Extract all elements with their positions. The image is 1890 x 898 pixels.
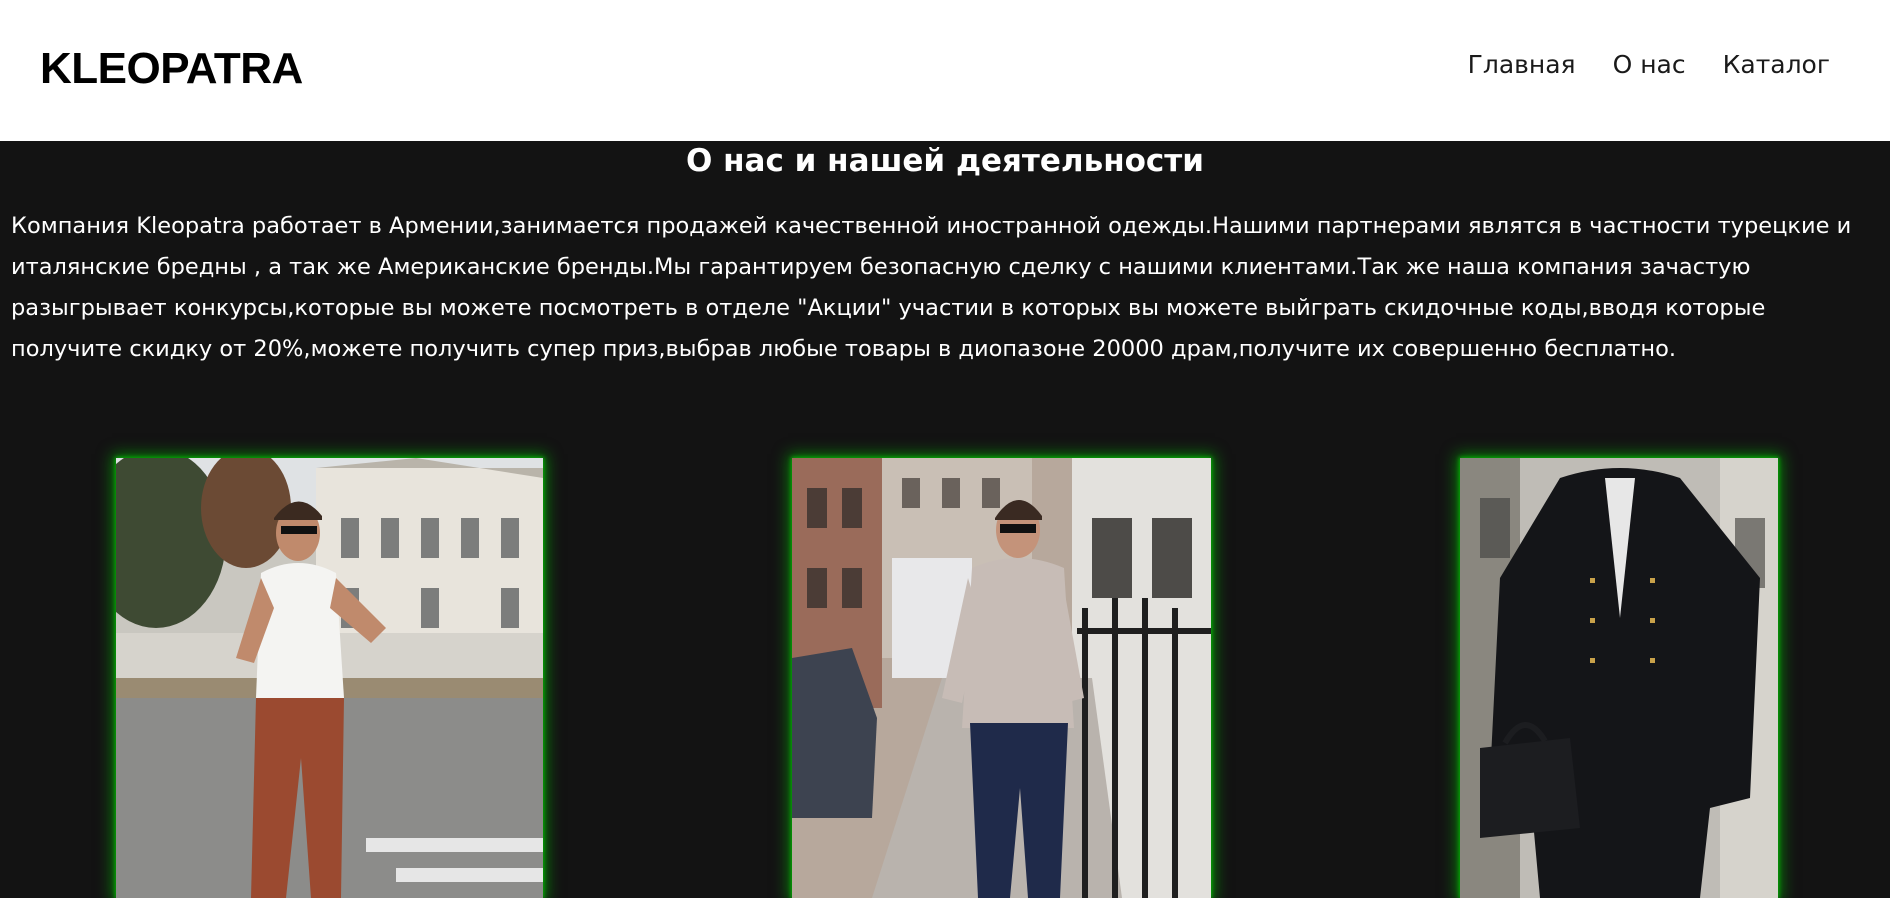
site-header: KLEOPATRA Главная О нас Каталог — [0, 0, 1890, 141]
about-text: Компания Kleopatra работает в Армении,за… — [11, 213, 1852, 362]
man-black-coat-photo — [1460, 458, 1778, 898]
nav-link-catalog[interactable]: Каталог — [1723, 50, 1830, 79]
site-logo[interactable]: KLEOPATRA — [40, 44, 303, 94]
man-grey-sweater-photo — [792, 458, 1211, 898]
nav-link-about[interactable]: О нас — [1613, 50, 1686, 79]
gallery-photo-3 — [1460, 458, 1778, 898]
gallery-photo-1 — [116, 458, 543, 898]
nav-link-home[interactable]: Главная — [1468, 50, 1576, 79]
gallery-photo-2 — [792, 458, 1211, 898]
man-white-tshirt-photo — [116, 458, 543, 898]
section-title: О нас и нашей деятельности — [685, 143, 1204, 179]
main-nav: Главная О нас Каталог — [1468, 50, 1830, 79]
